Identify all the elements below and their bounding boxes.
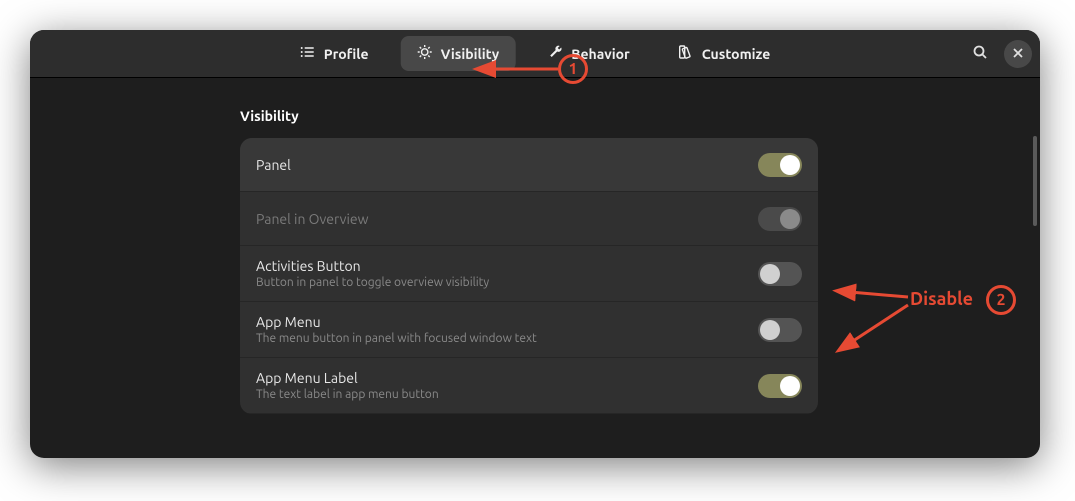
annotation-callout-1: 1 <box>558 54 588 84</box>
toggle-activities[interactable] <box>758 262 802 286</box>
list-icon <box>300 44 316 63</box>
row-app-menu: App Menu The menu button in panel with f… <box>240 302 818 358</box>
palette-icon <box>678 44 694 63</box>
close-button[interactable] <box>1004 40 1032 68</box>
titlebar: Profile Visibility <box>30 30 1040 78</box>
tab-behavior[interactable]: Behavior <box>531 36 646 71</box>
titlebar-actions <box>966 40 1032 68</box>
toggle-app-menu-label[interactable] <box>758 374 802 398</box>
search-icon <box>972 44 988 64</box>
row-title: Activities Button <box>256 258 758 274</box>
row-subtitle: Button in panel to toggle overview visib… <box>256 276 758 289</box>
settings-window: Profile Visibility <box>30 30 1040 458</box>
tab-visibility[interactable]: Visibility <box>401 36 516 71</box>
tab-label: Profile <box>324 46 369 62</box>
scrollbar[interactable] <box>1033 136 1037 226</box>
sun-icon <box>417 44 433 63</box>
row-title: Panel in Overview <box>256 211 758 227</box>
tabs: Profile Visibility <box>284 36 787 71</box>
row-panel-overview: Panel in Overview <box>240 192 818 246</box>
row-app-menu-label: App Menu Label The text label in app men… <box>240 358 818 414</box>
tab-label: Customize <box>702 46 771 62</box>
row-subtitle: The menu button in panel with focused wi… <box>256 332 758 345</box>
close-icon <box>1012 45 1024 63</box>
row-activities: Activities Button Button in panel to tog… <box>240 246 818 302</box>
search-button[interactable] <box>966 40 994 68</box>
row-title: App Menu <box>256 314 758 330</box>
content-area: Visibility Panel Panel in Overview Activ… <box>30 78 1040 458</box>
tab-customize[interactable]: Customize <box>662 36 787 71</box>
row-panel: Panel <box>240 138 818 192</box>
row-title: App Menu Label <box>256 370 758 386</box>
annotation-callout-2: 2 <box>986 285 1016 315</box>
settings-group: Panel Panel in Overview Activities Butto… <box>240 138 818 414</box>
tab-label: Visibility <box>441 46 500 62</box>
row-title: Panel <box>256 157 758 173</box>
section-title: Visibility <box>240 108 1000 124</box>
toggle-panel-overview <box>758 207 802 231</box>
toggle-panel[interactable] <box>758 153 802 177</box>
tab-profile[interactable]: Profile <box>284 36 385 71</box>
toggle-app-menu[interactable] <box>758 318 802 342</box>
row-subtitle: The text label in app menu button <box>256 388 758 401</box>
annotation-disable-label: Disable <box>910 289 973 309</box>
